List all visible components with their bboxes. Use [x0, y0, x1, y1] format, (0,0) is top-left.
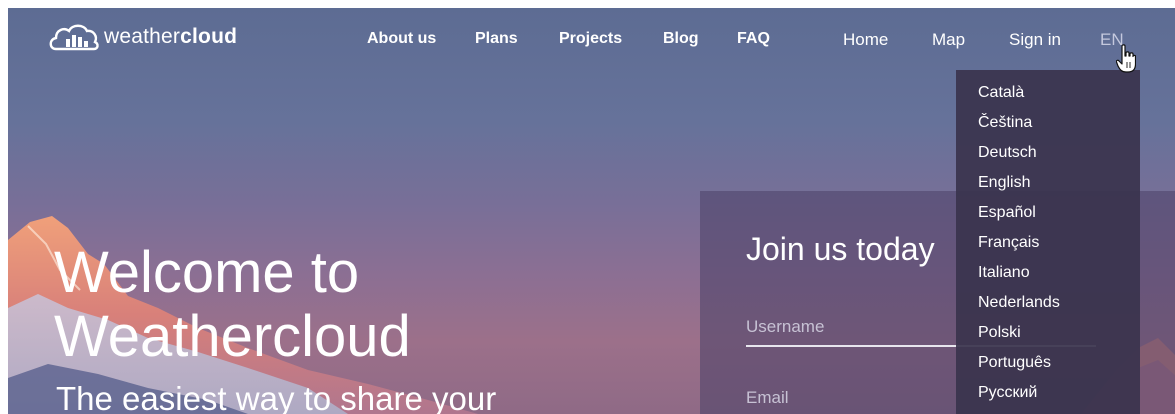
- language-option-cestina[interactable]: Čeština: [956, 108, 1140, 138]
- page-frame: weathercloud About us Plans Projects Blo…: [8, 8, 1175, 414]
- hero-title-line2: Weathercloud: [54, 304, 411, 369]
- hero-title-line1: Welcome to: [54, 240, 360, 305]
- language-option-catala[interactable]: Català: [956, 78, 1140, 108]
- language-option-francais[interactable]: Français: [956, 228, 1140, 258]
- language-option-nederlands[interactable]: Nederlands: [956, 288, 1140, 318]
- nav-blog[interactable]: Blog: [663, 30, 699, 48]
- nav-faq[interactable]: FAQ: [737, 30, 770, 48]
- language-option-italiano[interactable]: Italiano: [956, 258, 1140, 288]
- nav-map[interactable]: Map: [932, 30, 965, 50]
- nav-plans[interactable]: Plans: [475, 30, 518, 48]
- hero-subtitle: The easiest way to share your: [56, 380, 497, 414]
- top-navigation: weathercloud About us Plans Projects Blo…: [8, 8, 1175, 70]
- nav-sign-in[interactable]: Sign in: [1009, 30, 1061, 50]
- hand-pointer-icon: [1116, 44, 1136, 73]
- nav-about-us[interactable]: About us: [367, 30, 436, 48]
- weathercloud-logo[interactable]: weathercloud: [48, 22, 237, 52]
- language-dropdown-menu: Català Čeština Deutsch English Español F…: [956, 70, 1140, 414]
- language-option-espanol[interactable]: Español: [956, 198, 1140, 228]
- language-option-russkiy[interactable]: Русский: [956, 378, 1140, 408]
- brand-name-bold: cloud: [180, 25, 238, 48]
- cloud-bars-logo-icon: [49, 24, 99, 51]
- join-title: Join us today: [746, 231, 935, 267]
- nav-projects[interactable]: Projects: [559, 30, 622, 48]
- language-option-deutsch[interactable]: Deutsch: [956, 138, 1140, 168]
- brand-name-light: weather: [104, 25, 181, 48]
- language-option-polski[interactable]: Polski: [956, 318, 1140, 348]
- language-option-portugues[interactable]: Português: [956, 348, 1140, 378]
- language-option-english[interactable]: English: [956, 168, 1140, 198]
- nav-home[interactable]: Home: [843, 30, 888, 50]
- brand-name: weathercloud: [104, 25, 237, 49]
- hero-title: Welcome to Weathercloud: [54, 241, 574, 369]
